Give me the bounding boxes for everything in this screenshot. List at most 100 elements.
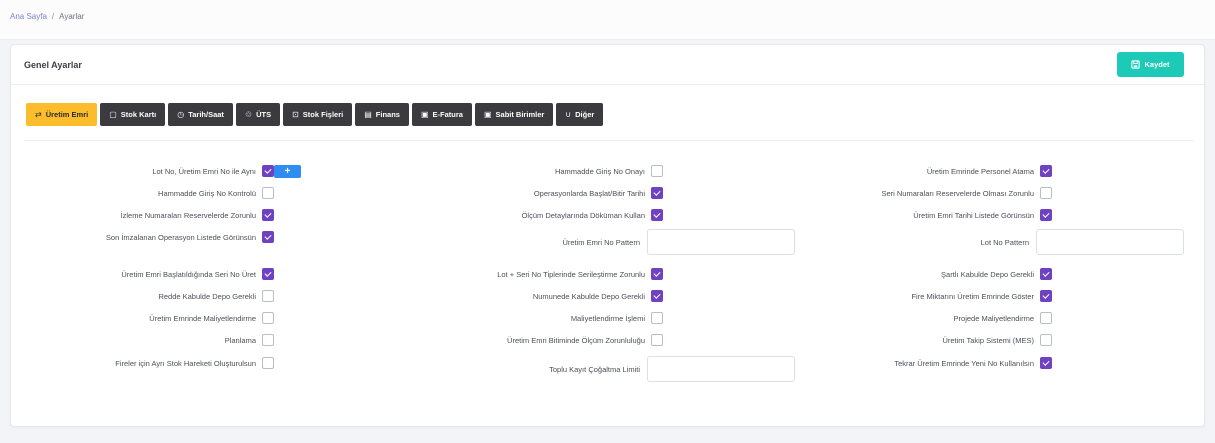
setting-label: Hammadde Giriş No Onayı (554, 166, 645, 176)
other-icon: ∪ (565, 110, 572, 119)
setting-label: Projede Maliyetlendirme (953, 313, 1034, 323)
setting-row: Hammadde Giriş No Kontrolü (158, 186, 274, 200)
setting-checkbox[interactable] (262, 290, 274, 302)
tab-diger[interactable]: ∪ Diğer (556, 103, 604, 126)
tab-tarih-saat[interactable]: ◷ Tarih/Saat (168, 103, 233, 126)
setting-label: Planlama (224, 335, 256, 345)
tab-uts[interactable]: ♲ ÜTS (235, 103, 281, 126)
tab-sabit-birimler[interactable]: ▣ Sabit Birimler (474, 103, 554, 126)
setting-row: Son İmzalanan Operasyon Listede Görünsün (106, 230, 274, 244)
setting-label: Numunede Kabulde Depo Gerekli (532, 291, 645, 301)
tab-uretim-emri[interactable]: ⇄ Üretim Emri (26, 103, 98, 126)
setting-row: Şartlı Kabulde Depo Gerekli (941, 267, 1052, 281)
tab-label: Finans (375, 110, 400, 119)
setting-checkbox[interactable] (262, 268, 274, 280)
setting-checkbox[interactable] (262, 187, 274, 199)
tab-stok-karti[interactable]: ▢ Stok Kartı (100, 103, 166, 126)
setting-label: Lot No, Üretim Emri No ile Aynı (152, 166, 256, 176)
setting-checkbox[interactable] (1040, 334, 1052, 346)
setting-row: Operasyonlarda Başlat/Bitir Tarihi (534, 186, 663, 200)
setting-checkbox[interactable] (1040, 357, 1052, 369)
setting-row: Lot + Seri No Tiplerinde Serileştirme Zo… (497, 267, 663, 281)
setting-checkbox[interactable] (651, 268, 663, 280)
swap-icon: ⇄ (35, 110, 42, 119)
setting-label: Toplu Kayıt Çoğaltma Limiti (549, 362, 640, 376)
setting-label: Ölçüm Detaylarında Döküman Kullan (521, 210, 645, 220)
setting-row: Hammadde Giriş No Onayı (555, 164, 663, 178)
tab-label: Stok Kartı (120, 110, 157, 119)
invoice-icon: ▣ (420, 110, 429, 119)
setting-row: Üretim Emri Bitiminde Ölçüm Zorunluluğu (507, 333, 663, 347)
setting-checkbox[interactable] (262, 165, 274, 177)
setting-text-input[interactable] (647, 356, 795, 382)
document-icon: ▢ (109, 110, 117, 119)
setting-row: Fireler için Ayrı Stok Hareketi Oluşturu… (115, 356, 274, 370)
setting-checkbox[interactable] (651, 334, 663, 346)
setting-checkbox[interactable] (1040, 187, 1052, 199)
setting-checkbox[interactable] (262, 334, 274, 346)
setting-checkbox[interactable] (262, 209, 274, 221)
setting-row: Maliyetlendirme İşlemi (571, 311, 663, 325)
settings-card: Genel Ayarlar Kaydet ⇄ Üretim Emri ▢ Stok K… (10, 44, 1205, 427)
bank-icon: ▤ (364, 110, 372, 119)
setting-checkbox[interactable] (651, 290, 663, 302)
save-button[interactable]: Kaydet (1117, 52, 1184, 77)
setting-row: Seri Numaraları Reservelerde Olması Zoru… (881, 186, 1052, 200)
save-icon (1131, 60, 1141, 69)
setting-text-input[interactable] (1036, 229, 1184, 255)
receipt-icon: ⊡ (292, 110, 299, 119)
setting-label: Üretim Emri Tarihi Listede Görünsün (913, 210, 1034, 220)
setting-checkbox[interactable] (1040, 165, 1052, 177)
setting-label-text: Lot No Pattern (980, 237, 1029, 247)
setting-label: Üretim Takip Sistemi (MES) (942, 335, 1034, 345)
add-button[interactable]: + (274, 165, 301, 178)
setting-row: Üretim Emrinde Personel Atama (927, 164, 1052, 178)
tab-finans[interactable]: ▤ Finans (355, 103, 409, 126)
sitemap-icon: ♲ (244, 110, 253, 119)
setting-checkbox[interactable] (651, 209, 663, 221)
setting-row: İzleme Numaraları Reservelerde Zorunlu (121, 208, 274, 222)
setting-label: Fire Miktarını Üretim Emrinde Göster (911, 291, 1034, 301)
breadcrumb-separator: / (51, 12, 55, 21)
setting-label: Lot No Pattern (981, 235, 1029, 249)
setting-row: Projede Maliyetlendirme (954, 311, 1052, 325)
setting-row: Üretim Emri Başlatıldığında Seri No Üret (121, 267, 274, 281)
setting-checkbox[interactable] (651, 187, 663, 199)
clock-icon: ◷ (177, 110, 185, 119)
setting-label: Maliyetlendirme İşlemi (570, 313, 645, 323)
breadcrumb: Ana Sayfa / Ayarlar (10, 12, 84, 21)
setting-checkbox[interactable] (1040, 268, 1052, 280)
setting-checkbox[interactable] (1040, 209, 1052, 221)
units-icon: ▣ (483, 110, 492, 119)
setting-label: Üretim Emri Bitiminde Ölçüm Zorunluluğu (507, 335, 645, 345)
setting-checkbox[interactable] (1040, 312, 1052, 324)
tab-label: Sabit Birimler (495, 110, 545, 119)
card-header: Genel Ayarlar Kaydet (11, 45, 1204, 85)
page-title: Genel Ayarlar (24, 60, 82, 70)
setting-label: Üretim Emrinde Maliyetlendirme (149, 313, 256, 323)
setting-label: Redde Kabulde Depo Gerekli (158, 291, 256, 301)
setting-row: Üretim Emri Tarihi Listede Görünsün (913, 208, 1052, 222)
setting-checkbox[interactable] (651, 312, 663, 324)
setting-label: Üretim Emri No Pattern (562, 235, 640, 249)
tab-label: Tarih/Saat (188, 110, 224, 119)
setting-checkbox[interactable] (262, 231, 274, 243)
setting-label: Hammadde Giriş No Kontrolü (158, 188, 256, 198)
setting-checkbox[interactable] (262, 312, 274, 324)
setting-label: Son İmzalanan Operasyon Listede Görünsün (105, 232, 256, 242)
tab-stok-fisleri[interactable]: ⊡ Stok Fişleri (283, 103, 353, 126)
setting-text-input[interactable] (647, 229, 795, 255)
setting-checkbox[interactable] (1040, 290, 1052, 302)
setting-label-text: Toplu Kayıt Çoğaltma Limiti (549, 364, 640, 374)
setting-row: Ölçüm Detaylarında Döküman Kullan (522, 208, 663, 222)
setting-checkbox[interactable] (262, 357, 274, 369)
settings-tabs: ⇄ Üretim Emri ▢ Stok Kartı ◷ Tarih/Saat ♲ ÜTS ⊡ S… (26, 103, 604, 126)
setting-label: Operasyonlarda Başlat/Bitir Tarihi (533, 188, 645, 198)
breadcrumb-current: Ayarlar (59, 12, 85, 21)
breadcrumb-home-link[interactable]: Ana Sayfa (10, 12, 47, 21)
setting-checkbox[interactable] (651, 165, 663, 177)
tab-e-fatura[interactable]: ▣ E-Fatura (411, 103, 472, 126)
tab-label: Üretim Emri (45, 110, 89, 119)
setting-label: İzleme Numaraları Reservelerde Zorunlu (120, 210, 256, 220)
setting-row: Fire Miktarını Üretim Emrinde Göster (911, 289, 1052, 303)
